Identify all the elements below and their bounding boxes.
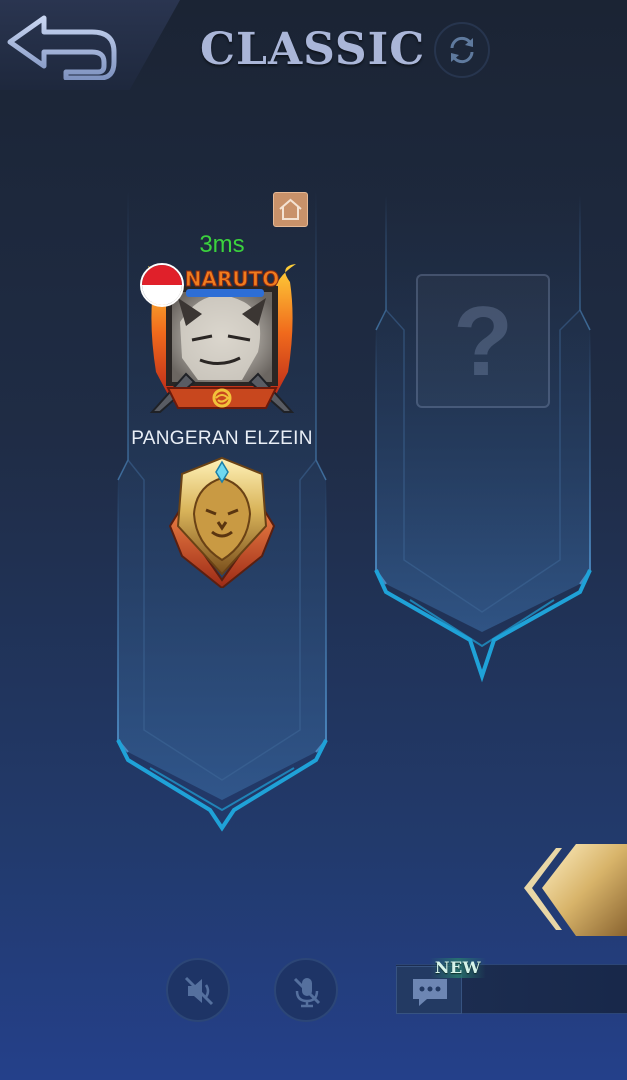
mythic-lion-rank-icon (168, 456, 276, 588)
ping-latency: 3ms (199, 231, 245, 258)
avatar-logo-text: NARUTO (185, 267, 280, 291)
back-arrow-icon (7, 15, 117, 80)
player-name: PANGERAN ELZEIN (131, 428, 313, 449)
mic-toggle-button[interactable] (274, 958, 338, 1022)
indonesia-flag-icon (140, 263, 184, 307)
back-button[interactable] (0, 0, 180, 90)
refresh-icon (450, 36, 474, 64)
speaker-muted-icon (184, 976, 214, 1006)
room-owner-home-icon (273, 192, 308, 227)
mode-title: CLASSIC (200, 24, 426, 75)
chat-icon (413, 979, 447, 1006)
refresh-button[interactable] (434, 22, 490, 78)
mic-muted-icon (293, 977, 321, 1008)
gold-expand-arrow-icon[interactable] (520, 840, 627, 940)
speaker-toggle-button[interactable] (166, 958, 230, 1022)
unknown-player-symbol: ? (453, 286, 513, 396)
new-badge: NEW (430, 958, 486, 978)
